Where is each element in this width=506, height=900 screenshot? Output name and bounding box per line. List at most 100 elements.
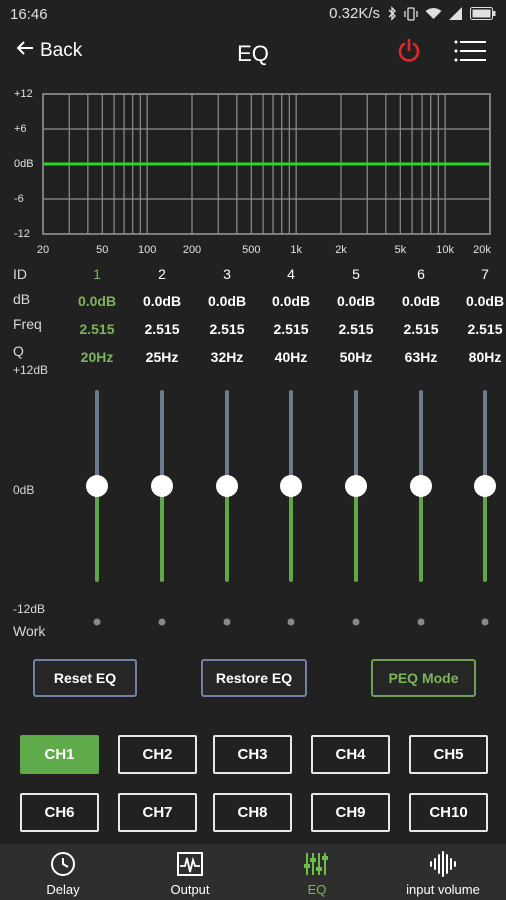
slider-knob[interactable]	[151, 475, 173, 497]
band-gain-slider[interactable]	[212, 390, 242, 582]
slider-track-upper	[225, 390, 229, 486]
x-tick-label: 500	[242, 244, 261, 256]
slider-knob[interactable]	[216, 475, 238, 497]
band-work-indicator	[481, 618, 489, 626]
channel-button-ch3[interactable]: CH3	[213, 735, 292, 774]
x-tick-label: 1k	[290, 244, 302, 256]
band-gain: 0.0dB	[336, 293, 376, 309]
band-gain-slider[interactable]	[82, 390, 112, 582]
band-gain: 0.0dB	[271, 293, 311, 309]
band-work-indicator	[287, 618, 295, 626]
nav-eq[interactable]: EQ	[257, 844, 377, 900]
y-tick-label: +12	[14, 88, 33, 100]
slider-track-lower	[289, 486, 293, 582]
status-icons: 0.32K/s	[329, 5, 496, 22]
wifi-icon	[425, 7, 442, 20]
scale-top-label: +12dB	[13, 363, 49, 377]
slider-knob[interactable]	[474, 475, 496, 497]
nav-delay[interactable]: Delay	[3, 844, 123, 900]
row-label-freq: Freq	[13, 316, 42, 332]
bottom-navigation: Delay Output EQ input volume	[0, 844, 506, 900]
channel-button-ch9[interactable]: CH9	[311, 793, 390, 832]
band-id: 7	[481, 266, 489, 282]
band-q: 20Hz	[80, 349, 114, 365]
band-q: 50Hz	[339, 349, 373, 365]
band-freq: 2.515	[338, 321, 374, 337]
band-gain: 0.0dB	[465, 293, 505, 309]
band-freq: 2.515	[467, 321, 503, 337]
slider-track-lower	[160, 486, 164, 582]
x-tick-label: 10k	[436, 244, 455, 256]
nav-delay-label: Delay	[46, 882, 80, 897]
audio-wave-icon	[430, 851, 456, 877]
power-icon	[398, 38, 420, 62]
slider-track-lower	[95, 486, 99, 582]
band-q: 32Hz	[210, 349, 244, 365]
slider-knob[interactable]	[345, 475, 367, 497]
nav-output-label: Output	[170, 882, 210, 897]
band-work-indicator	[223, 618, 231, 626]
band-gain-slider[interactable]	[341, 390, 371, 582]
channel-button-ch5[interactable]: CH5	[409, 735, 488, 774]
x-tick-label: 200	[182, 244, 202, 256]
power-button[interactable]	[396, 38, 422, 69]
peq-mode-button[interactable]: PEQ Mode	[371, 659, 476, 697]
menu-button[interactable]	[454, 40, 486, 67]
net-speed: 0.32K/s	[329, 5, 380, 22]
slider-track-lower	[225, 486, 229, 582]
y-tick-label: +6	[14, 123, 27, 135]
scale-mid-label: 0dB	[13, 483, 35, 497]
band-work-indicator	[352, 618, 360, 626]
band-gain-slider[interactable]	[406, 390, 436, 582]
bluetooth-icon	[387, 6, 397, 21]
app-header: Back EQ	[0, 30, 506, 76]
channel-button-ch7[interactable]: CH7	[118, 793, 197, 832]
scale-bottom-label: -12dB	[13, 602, 46, 616]
menu-icon	[454, 40, 486, 62]
band-gain-slider[interactable]	[276, 390, 306, 582]
channel-button-ch2[interactable]: CH2	[118, 735, 197, 774]
band-gain: 0.0dB	[142, 293, 182, 309]
x-tick-label: 5k	[394, 244, 407, 256]
band-id: 2	[158, 266, 166, 282]
x-tick-label: 50	[96, 244, 109, 256]
slider-knob[interactable]	[410, 475, 432, 497]
channel-button-ch6[interactable]: CH6	[20, 793, 99, 832]
slider-track-upper	[160, 390, 164, 486]
vibrate-icon	[404, 6, 418, 21]
row-label-q: Q	[13, 343, 24, 359]
slider-track-lower	[483, 486, 487, 582]
band-gain-slider[interactable]	[470, 390, 500, 582]
band-id: 3	[223, 266, 231, 282]
band-gain: 0.0dB	[207, 293, 247, 309]
graph-canvas	[42, 93, 491, 235]
channel-button-ch1[interactable]: CH1	[20, 735, 99, 774]
y-tick-label: 0dB	[14, 158, 34, 170]
band-gain-slider[interactable]	[147, 390, 177, 582]
x-tick-label: 20	[36, 244, 50, 256]
y-tick-label: -6	[14, 193, 24, 205]
row-label-db: dB	[13, 291, 31, 307]
slider-track-upper	[95, 390, 99, 486]
eq-response-graph: +12 +6 0dB -6 -12 20 50 100 200 500 1k 2k 5k 10k 20k	[0, 84, 506, 264]
nav-input-volume[interactable]: input volume	[383, 844, 503, 900]
channel-button-ch10[interactable]: CH10	[409, 793, 488, 832]
band-freq: 2.515	[209, 321, 245, 337]
status-time: 16:46	[10, 6, 48, 23]
cell-signal-icon	[449, 7, 463, 20]
slider-knob[interactable]	[280, 475, 302, 497]
x-tick-label: 100	[137, 244, 157, 256]
x-tick-label: 2k	[335, 244, 347, 256]
nav-eq-label: EQ	[307, 882, 327, 897]
channel-button-ch8[interactable]: CH8	[213, 793, 292, 832]
battery-icon	[470, 7, 496, 20]
channel-button-ch4[interactable]: CH4	[311, 735, 390, 774]
equalizer-icon	[304, 853, 328, 875]
reset-eq-button[interactable]: Reset EQ	[33, 659, 137, 697]
band-gain: 0.0dB	[401, 293, 441, 309]
waveform-icon	[177, 852, 203, 876]
restore-eq-button[interactable]: Restore EQ	[201, 659, 307, 697]
band-freq: 2.515	[144, 321, 180, 337]
slider-knob[interactable]	[86, 475, 108, 497]
nav-output[interactable]: Output	[130, 844, 250, 900]
